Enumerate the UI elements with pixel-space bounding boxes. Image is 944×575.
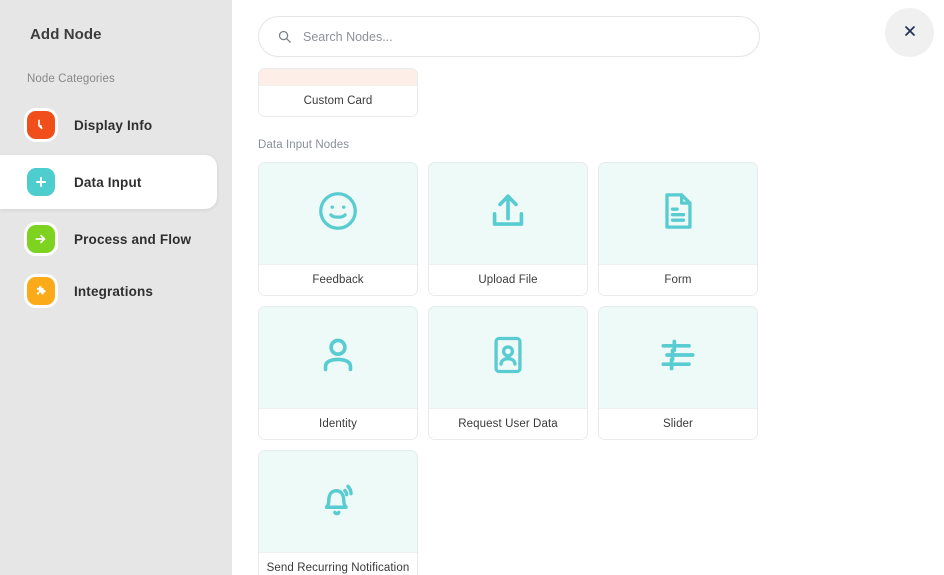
node-thumb [429,307,587,408]
node-card-slider[interactable]: Slider [598,306,758,440]
sidebar-item-integrations[interactable]: Integrations [0,265,232,317]
search-row [258,16,760,57]
nodes-scroll-area[interactable]: Custom Card Data Input Nodes Feedback Up… [232,68,944,575]
node-card-label: Upload File [429,264,587,295]
node-card-label: Send Recurring Notification [259,552,417,575]
section-title: Data Input Nodes [258,139,350,151]
node-card-label: Request User Data [429,408,587,439]
node-thumb [429,163,587,264]
plus-icon [27,168,55,196]
document-icon [656,189,700,238]
main-panel: Custom Card Data Input Nodes [232,0,944,575]
sidebar-item-label: Display Info [74,117,153,133]
node-card-custom-card[interactable]: Custom Card [258,68,418,117]
id-card-icon [486,333,530,382]
sidebar-item-label: Integrations [74,283,154,299]
smiley-icon [315,188,361,239]
node-card-send-recurring-notification[interactable]: Send Recurring Notification [258,450,418,575]
arrow-right-icon [27,225,55,253]
node-categories-label: Node Categories [27,73,115,85]
node-thumb [599,163,757,264]
sidebar-item-process-and-flow[interactable]: Process and Flow [0,213,232,265]
node-grid: Feedback Upload File Form Identity Reque… [258,162,918,575]
section-data-input-nodes: Data Input Nodes Feedback Upload File Fo… [232,139,944,575]
search-input[interactable] [303,17,745,56]
node-thumb [259,307,417,408]
search-icon [277,29,292,44]
close-icon [902,23,918,42]
node-card-form[interactable]: Form [598,162,758,296]
node-card-label: Form [599,264,757,295]
sidebar-item-data-input[interactable]: Data Input [0,155,217,209]
node-card-upload-file[interactable]: Upload File [428,162,588,296]
node-card-identity[interactable]: Identity [258,306,418,440]
curved-arrow-icon [27,111,55,139]
puzzle-icon [27,277,55,305]
add-node-modal: Add Node Node Categories Display Info Da… [0,0,944,575]
sidebar: Add Node Node Categories Display Info Da… [0,0,232,575]
node-thumb [259,69,417,85]
node-card-label: Feedback [259,264,417,295]
close-button[interactable] [885,8,934,57]
node-thumb [259,163,417,264]
node-card-label: Identity [259,408,417,439]
sidebar-item-label: Process and Flow [74,231,192,247]
upload-icon [485,188,531,239]
node-card-label: Slider [599,408,757,439]
sliders-icon [656,333,700,382]
node-thumb [259,451,417,552]
page-title: Add Node [30,26,102,43]
person-icon [315,332,361,383]
category-list: Display Info Data Input Process and Flow… [0,99,232,317]
node-thumb [599,307,757,408]
node-card-feedback[interactable]: Feedback [258,162,418,296]
sidebar-item-display-info[interactable]: Display Info [0,99,232,151]
node-card-label: Custom Card [259,85,417,116]
node-card-request-user-data[interactable]: Request User Data [428,306,588,440]
sidebar-item-label: Data Input [74,174,142,190]
bell-ringing-icon [315,476,361,527]
search-box[interactable] [258,16,760,57]
